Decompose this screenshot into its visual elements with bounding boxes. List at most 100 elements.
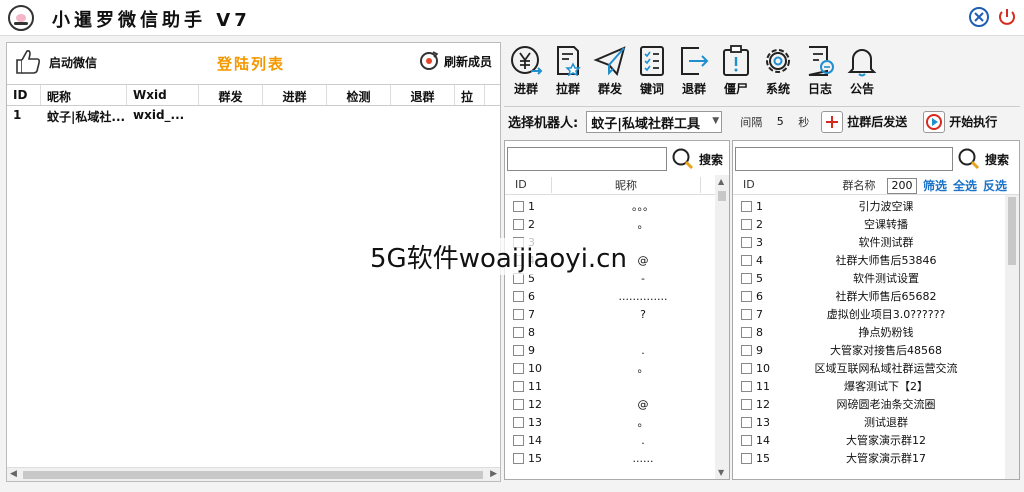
list-item[interactable]: 12 网磅圆老油条交流圈 (733, 395, 1019, 413)
refresh-members-button[interactable]: 刷新成员 (418, 50, 492, 72)
list-item[interactable]: 14 大管家演示群12 (733, 431, 1019, 449)
row-checkbox[interactable] (741, 398, 752, 410)
contacts-search-input[interactable] (507, 147, 667, 171)
list-item[interactable]: 3 软件测试群 (733, 233, 1019, 251)
join-group-button[interactable]: 进群 (508, 44, 544, 100)
row-checkbox[interactable] (513, 398, 524, 410)
row-checkbox[interactable] (741, 452, 752, 464)
contacts-search-button[interactable]: 搜索 (671, 147, 723, 171)
robot-dropdown[interactable]: 蚊子|私域社群工具 ▼ (586, 110, 723, 133)
list-item[interactable]: 15...... (505, 449, 729, 467)
column-header[interactable]: 检测 (327, 85, 391, 105)
list-item[interactable]: 2 空课转播 (733, 215, 1019, 233)
start-execute-button[interactable]: 开始执行 (923, 110, 997, 133)
select-all-link[interactable]: 全选 (953, 177, 977, 194)
row-checkbox[interactable] (741, 200, 752, 212)
column-header[interactable]: 昵称 (551, 176, 701, 193)
list-item[interactable]: 11 爆客测试下【2】 (733, 377, 1019, 395)
list-item[interactable]: 2。 (505, 215, 729, 233)
list-item[interactable]: 13 。 (505, 413, 729, 431)
scrollbar-thumb[interactable] (718, 191, 726, 201)
groups-search-input[interactable] (735, 147, 953, 171)
column-header[interactable]: 退群 (391, 85, 455, 105)
row-checkbox[interactable] (513, 434, 524, 446)
column-header[interactable]: Wxid (127, 85, 199, 105)
scroll-down-icon[interactable]: ▼ (718, 468, 724, 477)
row-checkbox[interactable] (513, 200, 524, 212)
interval-input[interactable]: 5 (770, 115, 790, 128)
row-checkbox[interactable] (741, 218, 752, 230)
row-checkbox[interactable] (513, 218, 524, 230)
column-header[interactable]: 昵称 (41, 85, 127, 105)
scrollbar-thumb[interactable] (23, 471, 483, 479)
keyword-button[interactable]: 键词 (634, 44, 670, 100)
row-checkbox[interactable] (741, 236, 752, 248)
row-checkbox[interactable] (741, 254, 752, 266)
row-checkbox[interactable] (513, 452, 524, 464)
row-checkbox[interactable] (513, 308, 524, 320)
system-button[interactable]: 系统 (760, 44, 796, 100)
scrollbar-thumb[interactable] (1008, 197, 1016, 265)
groups-vertical-scrollbar[interactable] (1005, 195, 1019, 479)
list-item[interactable]: 8 (505, 323, 729, 341)
row-checkbox[interactable] (741, 308, 752, 320)
list-item[interactable]: 5 软件测试设置 (733, 269, 1019, 287)
row-checkbox[interactable] (741, 272, 752, 284)
list-item[interactable]: 1 引力波空课 (733, 197, 1019, 215)
scroll-right-icon[interactable]: ▶ (490, 469, 497, 479)
list-item[interactable]: 10 区域互联网私域社群运营交流 (733, 359, 1019, 377)
zombie-button[interactable]: 僵尸 (718, 44, 754, 100)
invert-selection-link[interactable]: 反选 (983, 177, 1007, 194)
row-checkbox[interactable] (513, 416, 524, 428)
list-item[interactable]: 6 社群大师售后65682 (733, 287, 1019, 305)
column-header[interactable]: 群发 (199, 85, 263, 105)
row-checkbox[interactable] (741, 290, 752, 302)
list-item[interactable]: 1 。。。 (505, 197, 729, 215)
list-item[interactable]: 14. (505, 431, 729, 449)
pull-group-button[interactable]: 拉群 (550, 44, 586, 100)
scroll-up-icon[interactable]: ▲ (718, 177, 724, 186)
list-item[interactable]: 6.............. (505, 287, 729, 305)
pull-then-send-button[interactable]: 拉群后发送 (821, 110, 907, 133)
column-header[interactable]: 拉 (455, 85, 485, 105)
column-header[interactable]: ID (7, 85, 41, 105)
row-checkbox[interactable] (513, 362, 524, 374)
list-item[interactable]: 9 大管家对接售后48568 (733, 341, 1019, 359)
row-checkbox[interactable] (513, 326, 524, 338)
list-item[interactable]: 11 (505, 377, 729, 395)
settings-close-icon[interactable] (968, 6, 990, 28)
power-icon[interactable] (996, 6, 1018, 28)
mass-send-button[interactable]: 群发 (592, 44, 628, 100)
row-checkbox[interactable] (741, 434, 752, 446)
row-checkbox[interactable] (741, 380, 752, 392)
list-item[interactable]: 13 测试退群 (733, 413, 1019, 431)
row-checkbox[interactable] (741, 416, 752, 428)
row-checkbox[interactable] (513, 290, 524, 302)
start-wechat-button[interactable]: 启动微信 (13, 47, 97, 77)
list-item[interactable]: 12 @ (505, 395, 729, 413)
batch-count-input[interactable]: 200 (887, 177, 917, 194)
row-checkbox[interactable] (513, 380, 524, 392)
list-item[interactable]: 15 大管家演示群17 (733, 449, 1019, 467)
list-item[interactable]: 9. (505, 341, 729, 359)
table-row[interactable]: 1 蚊子|私域社... wxid_... (7, 106, 500, 126)
list-item[interactable]: 4 社群大师售后53846 (733, 251, 1019, 269)
announcement-button[interactable]: 公告 (844, 44, 880, 100)
list-item[interactable]: 7? (505, 305, 729, 323)
groups-search-button[interactable]: 搜索 (957, 147, 1009, 171)
row-checkbox[interactable] (741, 362, 752, 374)
list-item[interactable]: 7 虚拟创业项目3.0?????? (733, 305, 1019, 323)
column-header[interactable]: 进群 (263, 85, 327, 105)
row-checkbox[interactable] (741, 344, 752, 356)
column-header[interactable]: ID (733, 178, 779, 191)
list-item[interactable]: 8 挣点奶粉钱 (733, 323, 1019, 341)
filter-link[interactable]: 筛选 (923, 177, 947, 194)
list-item[interactable]: 10 。 (505, 359, 729, 377)
exit-group-button[interactable]: 退群 (676, 44, 712, 100)
horizontal-scrollbar[interactable]: ◀ ▶ (7, 467, 500, 481)
row-checkbox[interactable] (741, 326, 752, 338)
row-checkbox[interactable] (513, 344, 524, 356)
contacts-vertical-scrollbar[interactable]: ▲ ▼ (715, 175, 729, 479)
column-header[interactable]: ID (505, 178, 551, 191)
log-button[interactable]: 日志 (802, 44, 838, 100)
